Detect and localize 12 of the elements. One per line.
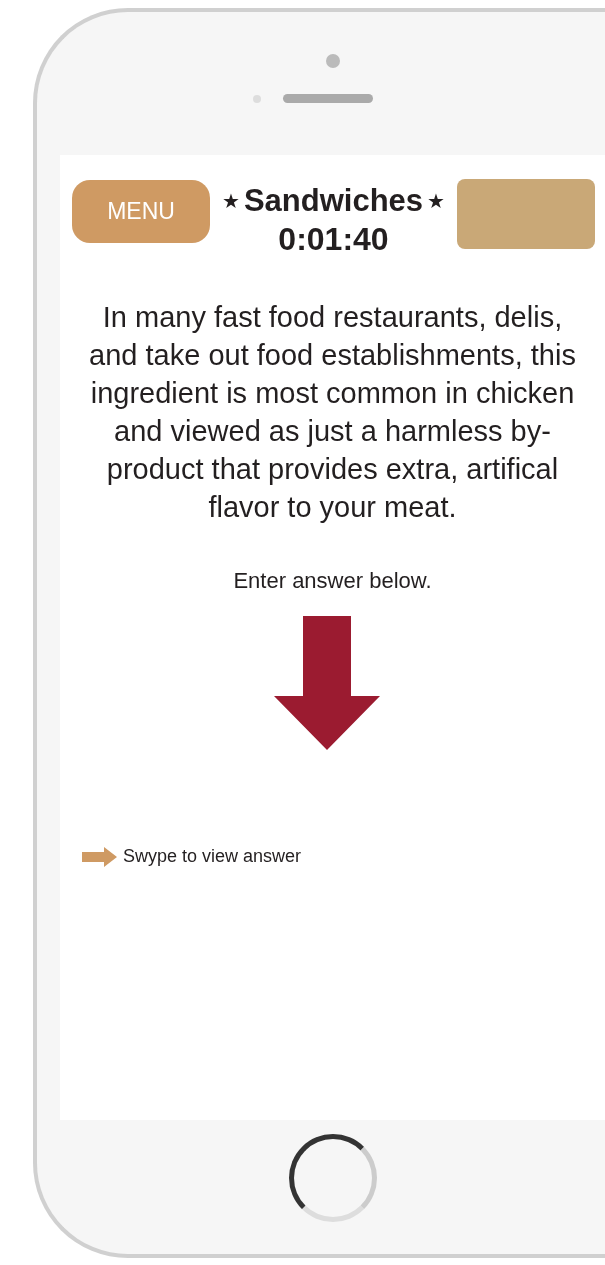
star-icon: ★	[221, 189, 240, 213]
category-title: Sandwiches	[243, 183, 424, 219]
right-arrow-icon	[82, 846, 117, 867]
down-arrow-icon	[273, 616, 380, 750]
camera-icon	[325, 54, 340, 68]
prompt-text: Enter answer below.	[232, 568, 433, 594]
sensor-icon	[252, 94, 261, 103]
star-icon: ★	[427, 189, 446, 213]
timer: 0:01:40	[278, 221, 389, 258]
home-button[interactable]	[288, 1134, 377, 1222]
question-text: In many fast food restaurants, delis, and take out food establishments, this ingredient is most common in chicken and viewed as just a harmless by-product that provides extra, artifical flavor to your meat.	[88, 300, 577, 525]
swipe-hint[interactable]: Swype to view answer	[123, 846, 302, 867]
